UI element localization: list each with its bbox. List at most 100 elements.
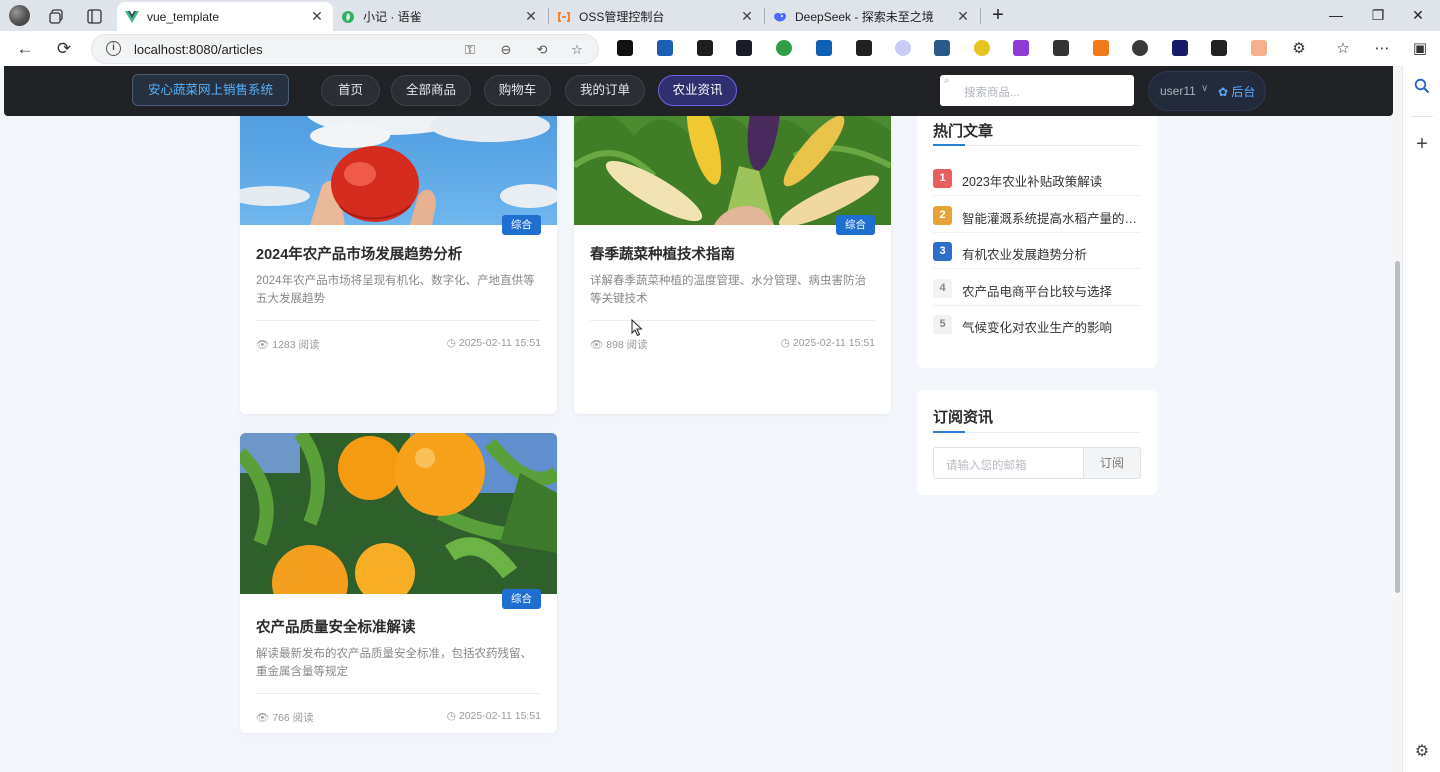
- refresh-icon[interactable]: ⟳: [53, 38, 75, 60]
- extension-icon[interactable]: [617, 40, 633, 56]
- close-tab-icon[interactable]: ✕: [307, 8, 327, 25]
- rank-badge: 3: [933, 242, 952, 261]
- favorite-star-icon[interactable]: ☆: [568, 41, 586, 59]
- nav-cart[interactable]: 购物车: [484, 75, 551, 106]
- hot-article-item[interactable]: 2 智能灌溉系统提高水稻产量的研究: [933, 197, 1142, 233]
- settings-gear-icon[interactable]: ⚙: [1412, 742, 1432, 762]
- page-scrollbar[interactable]: [1393, 66, 1402, 772]
- add-icon[interactable]: +: [1412, 134, 1432, 154]
- nav-agri-news[interactable]: 农业资讯: [658, 75, 737, 106]
- hot-article-title[interactable]: 有机农业发展趋势分析: [962, 244, 1142, 263]
- extension-icon[interactable]: [736, 40, 752, 56]
- article-description: 2024年农产品市场将呈现有机化、数字化、产地直供等五大发展趋势: [256, 275, 535, 305]
- extension-icon[interactable]: [1093, 40, 1109, 56]
- hot-article-item[interactable]: 3 有机农业发展趋势分析: [933, 233, 1141, 269]
- close-tab-icon[interactable]: ✕: [521, 8, 541, 25]
- close-tab-icon[interactable]: ✕: [953, 8, 973, 25]
- profile-avatar[interactable]: [9, 5, 30, 26]
- extension-icon[interactable]: [657, 40, 673, 56]
- extension-icon[interactable]: [1211, 40, 1227, 56]
- username[interactable]: user11: [1160, 84, 1196, 98]
- new-tab-button[interactable]: +: [978, 4, 1018, 26]
- article-description: 解读最新发布的农产品质量安全标准，包括农药残留、重金属含量等规定: [256, 648, 532, 678]
- article-date: ◷ 2025-02-11 15:51: [780, 337, 875, 349]
- article-views: 👁 898 阅读: [590, 339, 648, 351]
- tab-deepseek[interactable]: DeepSeek - 探索未至之境 ✕: [765, 2, 979, 31]
- minimize-button[interactable]: —: [1316, 4, 1356, 26]
- gear-icon: ✿: [1218, 85, 1232, 99]
- extension-icon[interactable]: [1013, 40, 1029, 56]
- hot-article-title[interactable]: 智能灌溉系统提高水稻产量的研究: [962, 208, 1142, 227]
- browser-tab-bar: vue_template ✕ 小记 · 语雀 ✕ OSS管理控制台 ✕ Deep…: [0, 0, 1440, 31]
- panel-heading: 热门文章: [933, 123, 994, 140]
- nav-my-orders[interactable]: 我的订单: [565, 75, 645, 106]
- eye-icon: 👁: [590, 339, 607, 351]
- panel-accent-bar: [933, 144, 965, 146]
- extension-icon[interactable]: [776, 40, 792, 56]
- search-input[interactable]: ⌕ 搜索商品...: [940, 75, 1134, 106]
- site-logo[interactable]: 安心蔬菜网上销售系统: [132, 74, 289, 106]
- url-text[interactable]: localhost:8080/articles: [134, 42, 263, 57]
- article-title[interactable]: 农产品质量安全标准解读: [256, 616, 416, 637]
- hot-article-title[interactable]: 2023年农业补贴政策解读: [962, 171, 1142, 190]
- tab-actions-icon[interactable]: [84, 6, 104, 26]
- extension-icon[interactable]: [974, 40, 990, 56]
- extension-icon[interactable]: [697, 40, 713, 56]
- rank-badge: 2: [933, 206, 952, 225]
- vue-logo-icon: [125, 10, 139, 23]
- tab-oss-console[interactable]: OSS管理控制台 ✕: [549, 2, 763, 31]
- hot-article-item[interactable]: 5 气候变化对农业生产的影响: [933, 306, 1141, 342]
- card-divider: [256, 693, 541, 694]
- workspaces-icon[interactable]: [46, 6, 66, 26]
- search-icon[interactable]: [1412, 78, 1432, 98]
- article-card[interactable]: 综合 2024年农产品市场发展趋势分析 2024年农产品市场将呈现有机化、数字化…: [240, 66, 557, 414]
- extensions-puzzle-icon[interactable]: ⚙: [1289, 39, 1309, 59]
- restore-button[interactable]: ❐: [1358, 4, 1398, 26]
- sidebar-toggle-icon[interactable]: ▣: [1410, 39, 1430, 59]
- extension-icon[interactable]: [934, 40, 950, 56]
- close-tab-icon[interactable]: ✕: [737, 8, 757, 25]
- favorites-icon[interactable]: ☆: [1333, 39, 1353, 59]
- more-menu-icon[interactable]: ⋯: [1372, 39, 1392, 59]
- extension-icon[interactable]: [1251, 40, 1267, 56]
- extension-icon[interactable]: [1053, 40, 1069, 56]
- category-tag: 综合: [502, 215, 541, 235]
- nav-home[interactable]: 首页: [321, 75, 380, 106]
- back-arrow-icon[interactable]: ←: [14, 38, 36, 60]
- address-bar[interactable]: i localhost:8080/articles ⚿ ⊖ ⟲ ☆: [91, 34, 599, 64]
- subscribe-panel: 订阅资讯 请输入您的邮箱 订阅: [917, 390, 1157, 495]
- user-menu[interactable]: user11 ∨ ✿ 后台: [1148, 71, 1266, 111]
- close-window-button[interactable]: ✕: [1398, 4, 1438, 26]
- category-tag: 综合: [502, 589, 541, 609]
- nav-all-products[interactable]: 全部商品: [391, 75, 471, 106]
- translate-icon[interactable]: ⟲: [533, 41, 551, 59]
- key-icon[interactable]: ⚿: [461, 41, 479, 59]
- hot-article-title[interactable]: 气候变化对农业生产的影响: [962, 317, 1142, 336]
- article-title[interactable]: 春季蔬菜种植技术指南: [590, 243, 735, 264]
- site-navbar: 安心蔬菜网上销售系统 首页 全部商品 购物车 我的订单 农业资讯 ⌕ 搜索商品.…: [4, 66, 1393, 116]
- extension-icon[interactable]: [1172, 40, 1188, 56]
- subscribe-button[interactable]: 订阅: [1083, 447, 1141, 479]
- zoom-icon[interactable]: ⊖: [497, 41, 515, 59]
- article-image-oranges: [240, 433, 557, 594]
- hot-article-item[interactable]: 1 2023年农业补贴政策解读: [933, 160, 1141, 196]
- rank-badge: 5: [933, 315, 952, 334]
- tab-yuque[interactable]: 小记 · 语雀 ✕: [333, 2, 547, 31]
- hot-article-item[interactable]: 4 农产品电商平台比较与选择: [933, 270, 1141, 306]
- site-info-icon[interactable]: i: [106, 41, 121, 56]
- admin-link[interactable]: ✿ 后台: [1218, 83, 1255, 100]
- extension-icon[interactable]: [895, 40, 911, 56]
- scrollbar-thumb[interactable]: [1395, 261, 1400, 593]
- extension-icon[interactable]: [856, 40, 872, 56]
- page-viewport: 综合 2024年农产品市场发展趋势分析 2024年农产品市场将呈现有机化、数字化…: [0, 66, 1402, 772]
- hot-article-title[interactable]: 农产品电商平台比较与选择: [962, 281, 1142, 300]
- extension-icon[interactable]: [816, 40, 832, 56]
- article-card[interactable]: 综合 农产品质量安全标准解读 解读最新发布的农产品质量安全标准，包括农药残留、重…: [240, 433, 557, 733]
- article-title[interactable]: 2024年农产品市场发展趋势分析: [256, 243, 462, 264]
- tab-vue-template[interactable]: vue_template ✕: [117, 2, 333, 31]
- chevron-down-icon: ∨: [1201, 83, 1209, 94]
- card-divider: [256, 320, 541, 321]
- email-field[interactable]: 请输入您的邮箱: [933, 447, 1084, 479]
- article-card[interactable]: 综合 春季蔬菜种植技术指南 详解春季蔬菜种植的温度管理、水分管理、病虫害防治等关…: [574, 66, 891, 414]
- extension-icon[interactable]: [1132, 40, 1148, 56]
